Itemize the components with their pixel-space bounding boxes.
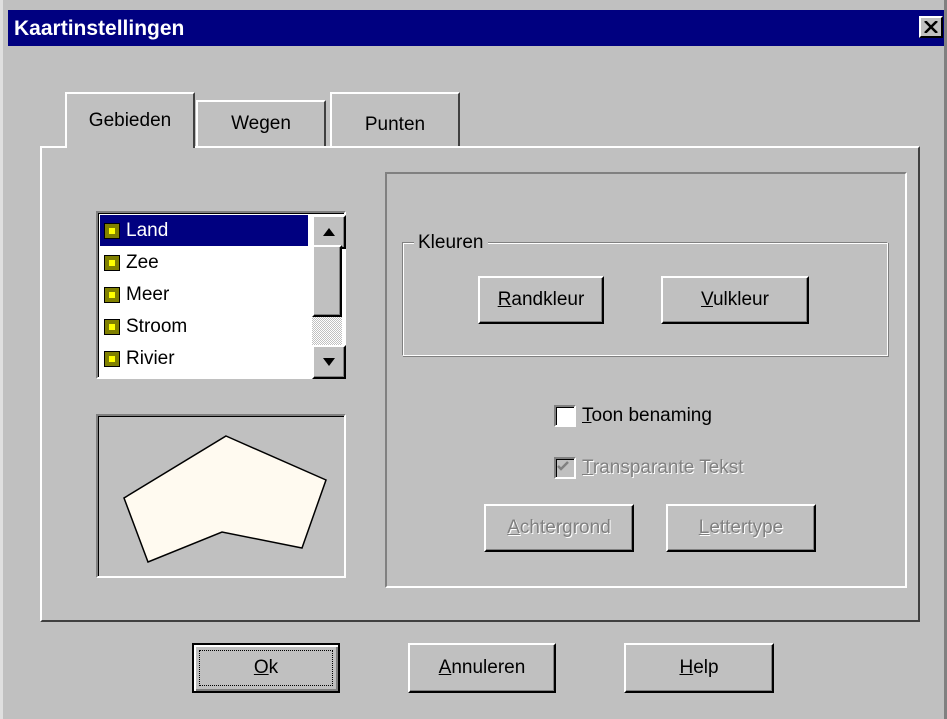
show-name-option[interactable]: Toon benaming bbox=[554, 405, 712, 427]
list-item-meer[interactable]: Meer bbox=[100, 279, 308, 310]
cancel-button[interactable]: Annuleren bbox=[408, 643, 556, 693]
show-name-checkbox[interactable] bbox=[554, 405, 576, 427]
checkmark-icon bbox=[557, 461, 569, 471]
area-type-icon bbox=[104, 254, 120, 271]
preview-polygon bbox=[123, 435, 327, 563]
background-button[interactable]: Achtergrond bbox=[484, 504, 634, 552]
area-type-icon bbox=[104, 222, 120, 239]
tab-gebieden-label: Gebieden bbox=[88, 110, 172, 131]
button-label: chtergrond bbox=[519, 517, 611, 538]
area-type-icon bbox=[104, 350, 120, 367]
mnemonic: H bbox=[679, 657, 694, 678]
button-label: elp bbox=[693, 657, 719, 678]
arrow-down-icon bbox=[323, 358, 335, 366]
button-label: nnuleren bbox=[451, 657, 526, 678]
list-item-rivier[interactable]: Rivier bbox=[100, 343, 308, 374]
fill-color-button[interactable]: Vulkleur bbox=[661, 276, 809, 324]
border-color-button[interactable]: Randkleur bbox=[478, 276, 604, 324]
transparent-text-checkbox[interactable] bbox=[554, 457, 576, 479]
scroll-thumb[interactable] bbox=[312, 245, 342, 317]
show-name-label: oon benaming bbox=[591, 405, 712, 426]
tab-punten-label: Punten bbox=[364, 114, 426, 135]
ok-button[interactable]: Ok bbox=[192, 643, 340, 693]
list-item-label: Zee bbox=[126, 251, 159, 273]
mnemonic: L bbox=[698, 517, 710, 538]
help-button[interactable]: Help bbox=[624, 643, 774, 693]
area-type-icon bbox=[104, 286, 120, 303]
area-preview bbox=[96, 414, 346, 578]
arrow-up-icon bbox=[323, 228, 335, 236]
mnemonic: R bbox=[497, 289, 512, 310]
area-listbox[interactable]: Land Zee Meer Stroom Rivier bbox=[96, 211, 346, 379]
mnemonic: T bbox=[582, 405, 592, 426]
mnemonic: T bbox=[582, 457, 593, 478]
list-item-land[interactable]: Land bbox=[100, 215, 308, 246]
list-item-label: Rivier bbox=[126, 347, 175, 369]
scroll-up-button[interactable] bbox=[312, 215, 346, 249]
colors-groupbox bbox=[402, 242, 888, 356]
close-icon bbox=[924, 21, 938, 33]
list-item-label: Stroom bbox=[126, 315, 188, 337]
font-button[interactable]: Lettertype bbox=[666, 504, 816, 552]
list-item-label: Meer bbox=[126, 283, 170, 305]
list-item-label: Land bbox=[126, 219, 169, 241]
tab-wegen-label: Wegen bbox=[231, 113, 291, 134]
list-item-zee[interactable]: Zee bbox=[100, 247, 308, 278]
close-button[interactable] bbox=[919, 16, 943, 38]
button-label: ettertype bbox=[709, 517, 784, 538]
transparent-text-label: ransparante Tekst bbox=[592, 457, 744, 478]
area-type-icon bbox=[104, 318, 120, 335]
list-scrollbar[interactable] bbox=[312, 215, 346, 379]
window-edge-left bbox=[0, 0, 3, 719]
tab-punten[interactable]: Punten bbox=[330, 92, 460, 146]
mnemonic: A bbox=[507, 517, 520, 538]
scroll-down-button[interactable] bbox=[312, 345, 346, 379]
button-label: andkleur bbox=[511, 289, 585, 310]
window-title: Kaartinstellingen bbox=[14, 17, 185, 40]
transparent-text-option[interactable]: Transparante Tekst bbox=[554, 457, 744, 479]
mnemonic: V bbox=[701, 289, 713, 310]
button-label: ulkleur bbox=[712, 289, 769, 310]
list-item-stroom[interactable]: Stroom bbox=[100, 311, 308, 342]
tab-wegen[interactable]: Wegen bbox=[196, 100, 326, 146]
mnemonic: A bbox=[438, 657, 452, 678]
focus-rectangle bbox=[199, 650, 333, 686]
tab-gebieden[interactable]: Gebieden bbox=[65, 92, 195, 148]
colors-group-label: Kleuren bbox=[414, 232, 488, 254]
